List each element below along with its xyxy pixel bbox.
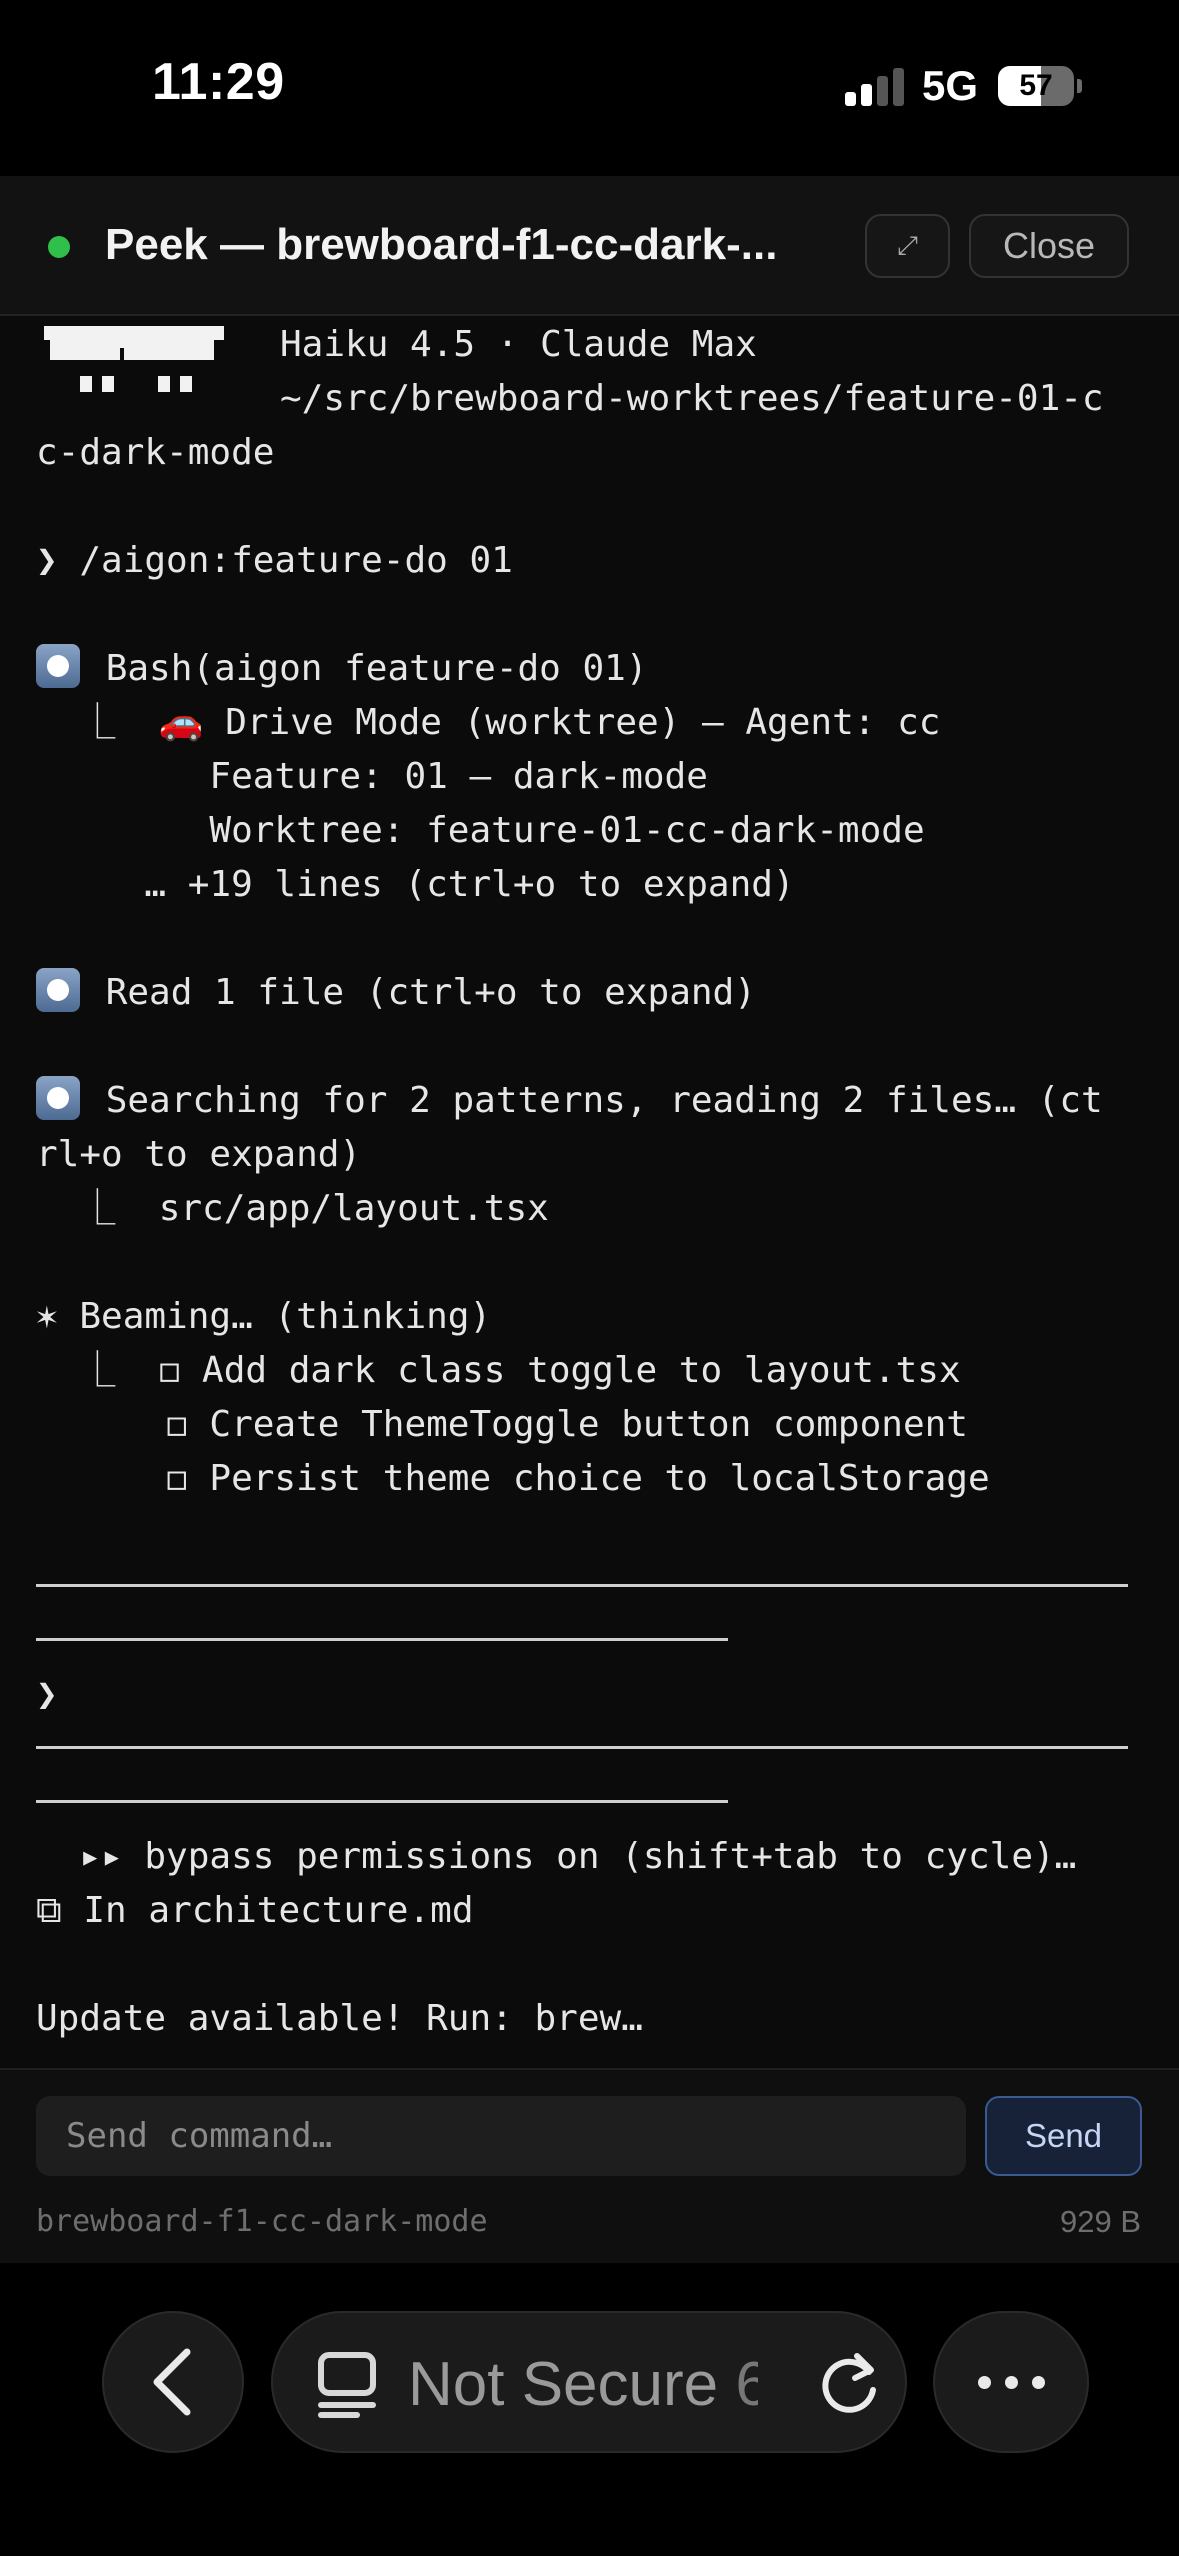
peek-header: Peek — brewboard-f1-cc-dark-... ⤢ Close [0, 176, 1179, 316]
read-tool-line: Read 1 file (ctrl+o to expand) [36, 966, 756, 1020]
terminal-output[interactable]: Haiku 4.5 · Claude Max ~/src/brewboard-w… [0, 318, 1179, 2068]
url-fragment: 6 [735, 2350, 758, 2419]
live-status-dot [48, 236, 70, 258]
update-notice: Update available! Run: brew… [36, 1998, 643, 2039]
car-icon: 🚗 [158, 702, 204, 743]
send-button[interactable]: Send [985, 2096, 1142, 2176]
tool-status-icon [36, 968, 80, 1012]
divider [36, 1638, 728, 1641]
expand-button[interactable]: ⤢ [865, 214, 950, 278]
read-call: Read 1 file (ctrl+o to expand) [105, 972, 756, 1013]
more-dot [977, 2375, 991, 2389]
bash-call: Bash(aigon feature-do 01) [105, 648, 648, 689]
output-size: 929 B [1059, 2204, 1141, 2239]
ide-context: ⧉ In architecture.md [36, 1890, 474, 1931]
drive-mode-text: Drive Mode (worktree) – Agent: cc [203, 702, 941, 743]
clock: 11:29 [152, 53, 285, 111]
close-button[interactable]: Close [969, 214, 1129, 278]
divider [36, 1746, 1128, 1749]
search-tool-wrap: rl+o to expand) [36, 1134, 362, 1175]
page-title: Peek — brewboard-f1-cc-dark-... [105, 220, 778, 269]
user-prompt-line: ❯ /aigon:feature-do 01 [36, 540, 513, 581]
cellular-signal-icon [845, 66, 905, 106]
command-input[interactable] [36, 2096, 966, 2176]
security-label: Not Secure [408, 2350, 719, 2419]
permissions-status: ▸▸ bypass permissions on (shift+tab to c… [36, 1836, 1077, 1877]
reload-icon[interactable] [811, 2346, 887, 2422]
expand-icon: ⤢ [897, 230, 918, 260]
input-prompt: ❯ [36, 1674, 58, 1715]
url-text: Not Secure 6 [408, 2349, 758, 2420]
todo-item: ◻ Persist theme choice to localStorage [36, 1458, 990, 1499]
bash-more-lines: … +19 lines (ctrl+o to expand) [36, 864, 795, 905]
more-dot [1031, 2375, 1045, 2389]
tree-connector: ⎿ [36, 702, 159, 743]
search-output-line: ⎿ src/app/layout.tsx [36, 1188, 549, 1229]
more-options-button[interactable] [933, 2311, 1089, 2453]
tool-status-icon [36, 644, 80, 688]
divider [36, 1800, 728, 1803]
cwd-line: ~/src/brewboard-worktrees/feature-01-c [280, 378, 1104, 419]
chevron-left-icon [153, 2348, 191, 2416]
battery-icon: 57 [998, 66, 1074, 106]
todo-item: ⎿ ◻ Add dark class toggle to layout.tsx [36, 1350, 961, 1391]
status-bar: 11:29 5G 57 [0, 0, 1179, 176]
address-bar[interactable]: Not Secure 6 [271, 2311, 907, 2453]
divider [36, 1584, 1128, 1587]
thinking-status: ✶ Beaming… (thinking) [36, 1296, 492, 1337]
command-bar: Send brewboard-f1-cc-dark-mode 929 B [0, 2068, 1179, 2263]
battery-tip [1077, 79, 1082, 93]
page-menu-icon[interactable] [317, 2349, 377, 2419]
search-tool-line: Searching for 2 patterns, reading 2 file… [36, 1074, 1103, 1128]
search-call: Searching for 2 patterns, reading 2 file… [105, 1080, 1103, 1121]
battery-percent: 57 [1019, 69, 1053, 102]
more-dot [1004, 2375, 1018, 2389]
cwd-line-wrap: c-dark-mode [36, 432, 275, 473]
bash-output-line: ⎿ 🚗 Drive Mode (worktree) – Agent: cc [36, 696, 940, 750]
network-type: 5G [922, 62, 979, 109]
model-line: Haiku 4.5 · Claude Max [280, 324, 757, 365]
bash-tool-line: Bash(aigon feature-do 01) [36, 642, 648, 696]
todo-item: ◻ Create ThemeToggle button component [36, 1404, 968, 1445]
back-button[interactable] [102, 2311, 244, 2453]
bash-output-line: Feature: 01 – dark-mode [36, 756, 708, 797]
claude-logo-icon [44, 326, 229, 406]
bash-output-line: Worktree: feature-01-cc-dark-mode [36, 810, 925, 851]
browser-toolbar: Not Secure 6 [0, 2263, 1179, 2556]
tool-status-icon [36, 1076, 80, 1120]
session-name: brewboard-f1-cc-dark-mode [36, 2204, 488, 2239]
